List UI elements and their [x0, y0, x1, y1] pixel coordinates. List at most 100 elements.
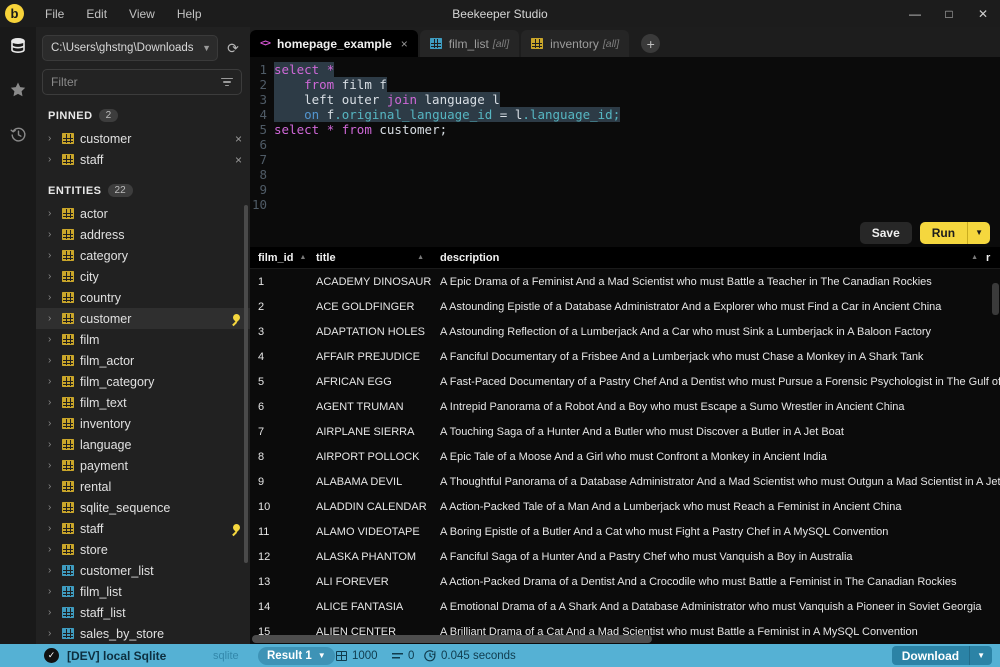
run-dropdown-icon[interactable]: ▼: [967, 222, 990, 244]
cell-film_id[interactable]: 10: [250, 501, 308, 513]
cell-description[interactable]: A Emotional Drama of a A Shark And a Dat…: [432, 601, 1000, 613]
chevron-right-icon[interactable]: ›: [48, 208, 56, 219]
cell-title[interactable]: ACE GOLDFINGER: [308, 301, 432, 313]
run-button[interactable]: Run ▼: [920, 222, 990, 244]
connection-selector[interactable]: C:\Users\ghstng\Downloads ▼: [42, 35, 218, 61]
chevron-right-icon[interactable]: ›: [48, 229, 56, 240]
table-row[interactable]: 5AFRICAN EGGA Fast-Paced Documentary of …: [250, 369, 1000, 394]
cell-film_id[interactable]: 11: [250, 526, 308, 538]
table-row[interactable]: 12ALASKA PHANTOMA Fanciful Saga of a Hun…: [250, 544, 1000, 569]
cell-title[interactable]: AFFAIR PREJUDICE: [308, 351, 432, 363]
vertical-scrollbar[interactable]: [992, 283, 999, 315]
cell-title[interactable]: ALICE FANTASIA: [308, 601, 432, 613]
tab-film_list[interactable]: film_list[all]: [420, 30, 519, 57]
menu-help[interactable]: Help: [166, 0, 213, 27]
cell-title[interactable]: AIRPORT POLLOCK: [308, 451, 432, 463]
table-row[interactable]: 10ALADDIN CALENDARA Action-Packed Tale o…: [250, 494, 1000, 519]
chevron-right-icon[interactable]: ›: [48, 565, 56, 576]
table-row[interactable]: 3ADAPTATION HOLESA Astounding Reflection…: [250, 319, 1000, 344]
sidebar-item-film[interactable]: ›film: [36, 329, 250, 350]
chevron-right-icon[interactable]: ›: [48, 481, 56, 492]
cell-film_id[interactable]: 5: [250, 376, 308, 388]
sort-asc-icon[interactable]: ▲: [971, 254, 978, 261]
sidebar-item-customer[interactable]: ›customer: [36, 308, 250, 329]
unpin-icon[interactable]: ×: [235, 132, 242, 146]
close-icon[interactable]: ✕: [966, 0, 1000, 27]
sort-asc-icon[interactable]: ▲: [299, 254, 306, 261]
filter-field[interactable]: [42, 69, 242, 95]
cell-description[interactable]: A Astounding Epistle of a Database Admin…: [432, 301, 1000, 313]
table-row[interactable]: 14ALICE FANTASIAA Emotional Drama of a A…: [250, 594, 1000, 619]
close-tab-icon[interactable]: ×: [401, 37, 408, 51]
sidebar-item-sales_by_store[interactable]: ›sales_by_store: [36, 623, 250, 644]
sidebar-item-film_actor[interactable]: ›film_actor: [36, 350, 250, 371]
refresh-icon[interactable]: ⟳: [224, 40, 242, 57]
sidebar-scrollbar[interactable]: [244, 205, 248, 563]
chevron-right-icon[interactable]: ›: [48, 607, 56, 618]
minimize-icon[interactable]: —: [898, 0, 932, 27]
table-row[interactable]: 7AIRPLANE SIERRAA Touching Saga of a Hun…: [250, 419, 1000, 444]
cell-description[interactable]: A Action-Packed Drama of a Dentist And a…: [432, 576, 1000, 588]
table-row[interactable]: 13ALI FOREVERA Action-Packed Drama of a …: [250, 569, 1000, 594]
sidebar-item-film_list[interactable]: ›film_list: [36, 581, 250, 602]
cell-title[interactable]: AFRICAN EGG: [308, 376, 432, 388]
cell-description[interactable]: A Fast-Paced Documentary of a Pastry Che…: [432, 376, 1000, 388]
cell-description[interactable]: A Epic Drama of a Feminist And a Mad Sci…: [432, 276, 1000, 288]
chevron-right-icon[interactable]: ›: [48, 355, 56, 366]
cell-film_id[interactable]: 1: [250, 276, 308, 288]
chevron-right-icon[interactable]: ›: [48, 418, 56, 429]
chevron-right-icon[interactable]: ›: [48, 376, 56, 387]
menu-edit[interactable]: Edit: [75, 0, 118, 27]
cell-title[interactable]: ALAMO VIDEOTAPE: [308, 526, 432, 538]
menu-view[interactable]: View: [118, 0, 166, 27]
sidebar-item-staff_list[interactable]: ›staff_list: [36, 602, 250, 623]
sidebar-item-store[interactable]: ›store: [36, 539, 250, 560]
cell-description[interactable]: A Touching Saga of a Hunter And a Butler…: [432, 426, 1000, 438]
table-row[interactable]: 9ALABAMA DEVILA Thoughtful Panorama of a…: [250, 469, 1000, 494]
download-label[interactable]: Download: [892, 649, 969, 663]
sidebar-item-film_category[interactable]: ›film_category: [36, 371, 250, 392]
cell-description[interactable]: A Epic Tale of a Moose And a Girl who mu…: [432, 451, 1000, 463]
unpin-icon[interactable]: ×: [235, 153, 242, 167]
sidebar-item-staff[interactable]: ›staff: [36, 518, 250, 539]
chevron-right-icon[interactable]: ›: [48, 523, 56, 534]
cell-title[interactable]: ADAPTATION HOLES: [308, 326, 432, 338]
table-row[interactable]: 8AIRPORT POLLOCKA Epic Tale of a Moose A…: [250, 444, 1000, 469]
cell-description[interactable]: A Boring Epistle of a Butler And a Cat w…: [432, 526, 1000, 538]
menu-file[interactable]: File: [34, 0, 75, 27]
horizontal-scrollbar[interactable]: [252, 635, 652, 643]
cell-film_id[interactable]: 3: [250, 326, 308, 338]
sidebar-item-address[interactable]: ›address: [36, 224, 250, 245]
sidebar-item-customer_list[interactable]: ›customer_list: [36, 560, 250, 581]
sidebar-item-inventory[interactable]: ›inventory: [36, 413, 250, 434]
table-row[interactable]: 6AGENT TRUMANA Intrepid Panorama of a Ro…: [250, 394, 1000, 419]
column-header-film_id[interactable]: film_id▲: [250, 252, 308, 264]
cell-description[interactable]: A Intrepid Panorama of a Robot And a Boy…: [432, 401, 1000, 413]
sort-asc-icon[interactable]: ▲: [417, 254, 424, 261]
cell-description[interactable]: A Thoughtful Panorama of a Database Admi…: [432, 476, 1000, 488]
cell-description[interactable]: A Astounding Reflection of a Lumberjack …: [432, 326, 1000, 338]
cell-film_id[interactable]: 7: [250, 426, 308, 438]
sidebar-item-payment[interactable]: ›payment: [36, 455, 250, 476]
sidebar-item-rental[interactable]: ›rental: [36, 476, 250, 497]
history-icon[interactable]: [7, 123, 29, 145]
cell-film_id[interactable]: 12: [250, 551, 308, 563]
sidebar-item-customer[interactable]: ›customer×: [36, 128, 250, 149]
cell-description[interactable]: A Fanciful Saga of a Hunter And a Pastry…: [432, 551, 1000, 563]
sidebar-item-city[interactable]: ›city: [36, 266, 250, 287]
run-button-label[interactable]: Run: [920, 226, 967, 240]
sidebar-item-sqlite_sequence[interactable]: ›sqlite_sequence: [36, 497, 250, 518]
cell-film_id[interactable]: 9: [250, 476, 308, 488]
table-row[interactable]: 11ALAMO VIDEOTAPEA Boring Epistle of a B…: [250, 519, 1000, 544]
chevron-right-icon[interactable]: ›: [48, 154, 56, 165]
cell-description[interactable]: A Fanciful Documentary of a Frisbee And …: [432, 351, 1000, 363]
download-dropdown-icon[interactable]: ▼: [969, 646, 992, 665]
cell-film_id[interactable]: 6: [250, 401, 308, 413]
chevron-right-icon[interactable]: ›: [48, 544, 56, 555]
cell-title[interactable]: ACADEMY DINOSAUR: [308, 276, 432, 288]
tab-inventory[interactable]: inventory[all]: [521, 30, 629, 57]
result-selector[interactable]: Result 1 ▼: [258, 647, 335, 665]
new-tab-button[interactable]: +: [641, 34, 660, 53]
chevron-right-icon[interactable]: ›: [48, 250, 56, 261]
cell-film_id[interactable]: 8: [250, 451, 308, 463]
